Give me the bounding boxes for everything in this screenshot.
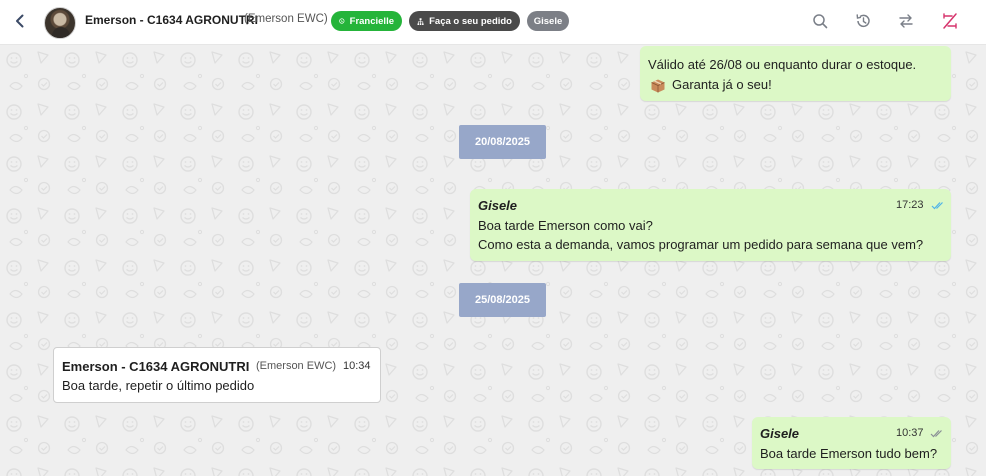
contact-subname: (Emerson EWC) <box>244 13 328 25</box>
message-time: 17:23 <box>896 199 924 211</box>
message-sender: Gisele <box>760 426 800 441</box>
back-arrow-icon[interactable] <box>10 11 30 31</box>
agent-chip[interactable]: Gisele <box>527 11 569 31</box>
wallpaper-pattern <box>0 46 986 476</box>
message-text-line: Boa tarde Emerson como vai? <box>478 218 653 233</box>
read-double-check-icon <box>931 202 943 210</box>
chat-header: Emerson - C1634 AGRONUTRI (Emerson EWC) … <box>0 0 986 45</box>
search-icon[interactable] <box>810 11 830 31</box>
close-ticket-icon[interactable] <box>940 11 960 31</box>
message-sender-sub: (Emerson EWC) <box>256 360 337 372</box>
message-text-line: Como esta a demanda, vamos programar um … <box>478 237 924 252</box>
message-bubble-outgoing[interactable]: Gisele 17:23 Boa tarde Emerson como vai?… <box>470 189 951 261</box>
message-sender: Emerson - C1634 AGRONUTRI <box>62 359 250 374</box>
package-icon <box>651 79 665 93</box>
message-text-line: Boa tarde Emerson tudo bem? <box>760 446 938 461</box>
message-text-line: Boa tarde, repetir o último pedido <box>62 378 255 393</box>
date-separator: 20/08/2025 <box>459 125 546 159</box>
whatsapp-icon <box>339 18 345 24</box>
message-time: 10:34 <box>343 360 371 372</box>
message-bubble-incoming[interactable]: Emerson - C1634 AGRONUTRI (Emerson EWC) … <box>53 347 381 403</box>
message-text-line: Garanta já o seu! <box>672 77 772 92</box>
chip-label-gisele: Gisele <box>533 15 563 27</box>
message-bubble-outgoing[interactable]: Gisele 10:37 Boa tarde Emerson tudo bem? <box>752 417 951 469</box>
flow-tree-icon <box>417 17 424 25</box>
message-time: 10:37 <box>896 427 924 439</box>
date-separator: 25/08/2025 <box>459 283 546 317</box>
message-text-line: Válido até 26/08 ou enquanto durar o est… <box>648 57 917 72</box>
contact-avatar[interactable] <box>44 7 76 39</box>
date-label: 20/08/2025 <box>474 136 531 148</box>
message-sender: Gisele <box>478 198 518 213</box>
whatsapp-connection-chip[interactable]: Francielle <box>331 11 402 31</box>
message-bubble-outgoing[interactable]: Válido até 26/08 ou enquanto durar o est… <box>640 46 951 101</box>
history-icon[interactable] <box>853 11 873 31</box>
date-label: 25/08/2025 <box>474 294 531 306</box>
chip-label-francielle: Francielle <box>349 15 394 27</box>
chat-area[interactable] <box>0 46 986 476</box>
delivered-double-check-icon <box>930 430 942 438</box>
order-flow-chip[interactable]: Faça o seu pedido <box>409 11 520 31</box>
chip-label-order: Faça o seu pedido <box>429 15 512 27</box>
transfer-icon[interactable] <box>896 11 916 31</box>
contact-name[interactable]: Emerson - C1634 AGRONUTRI <box>85 13 258 27</box>
